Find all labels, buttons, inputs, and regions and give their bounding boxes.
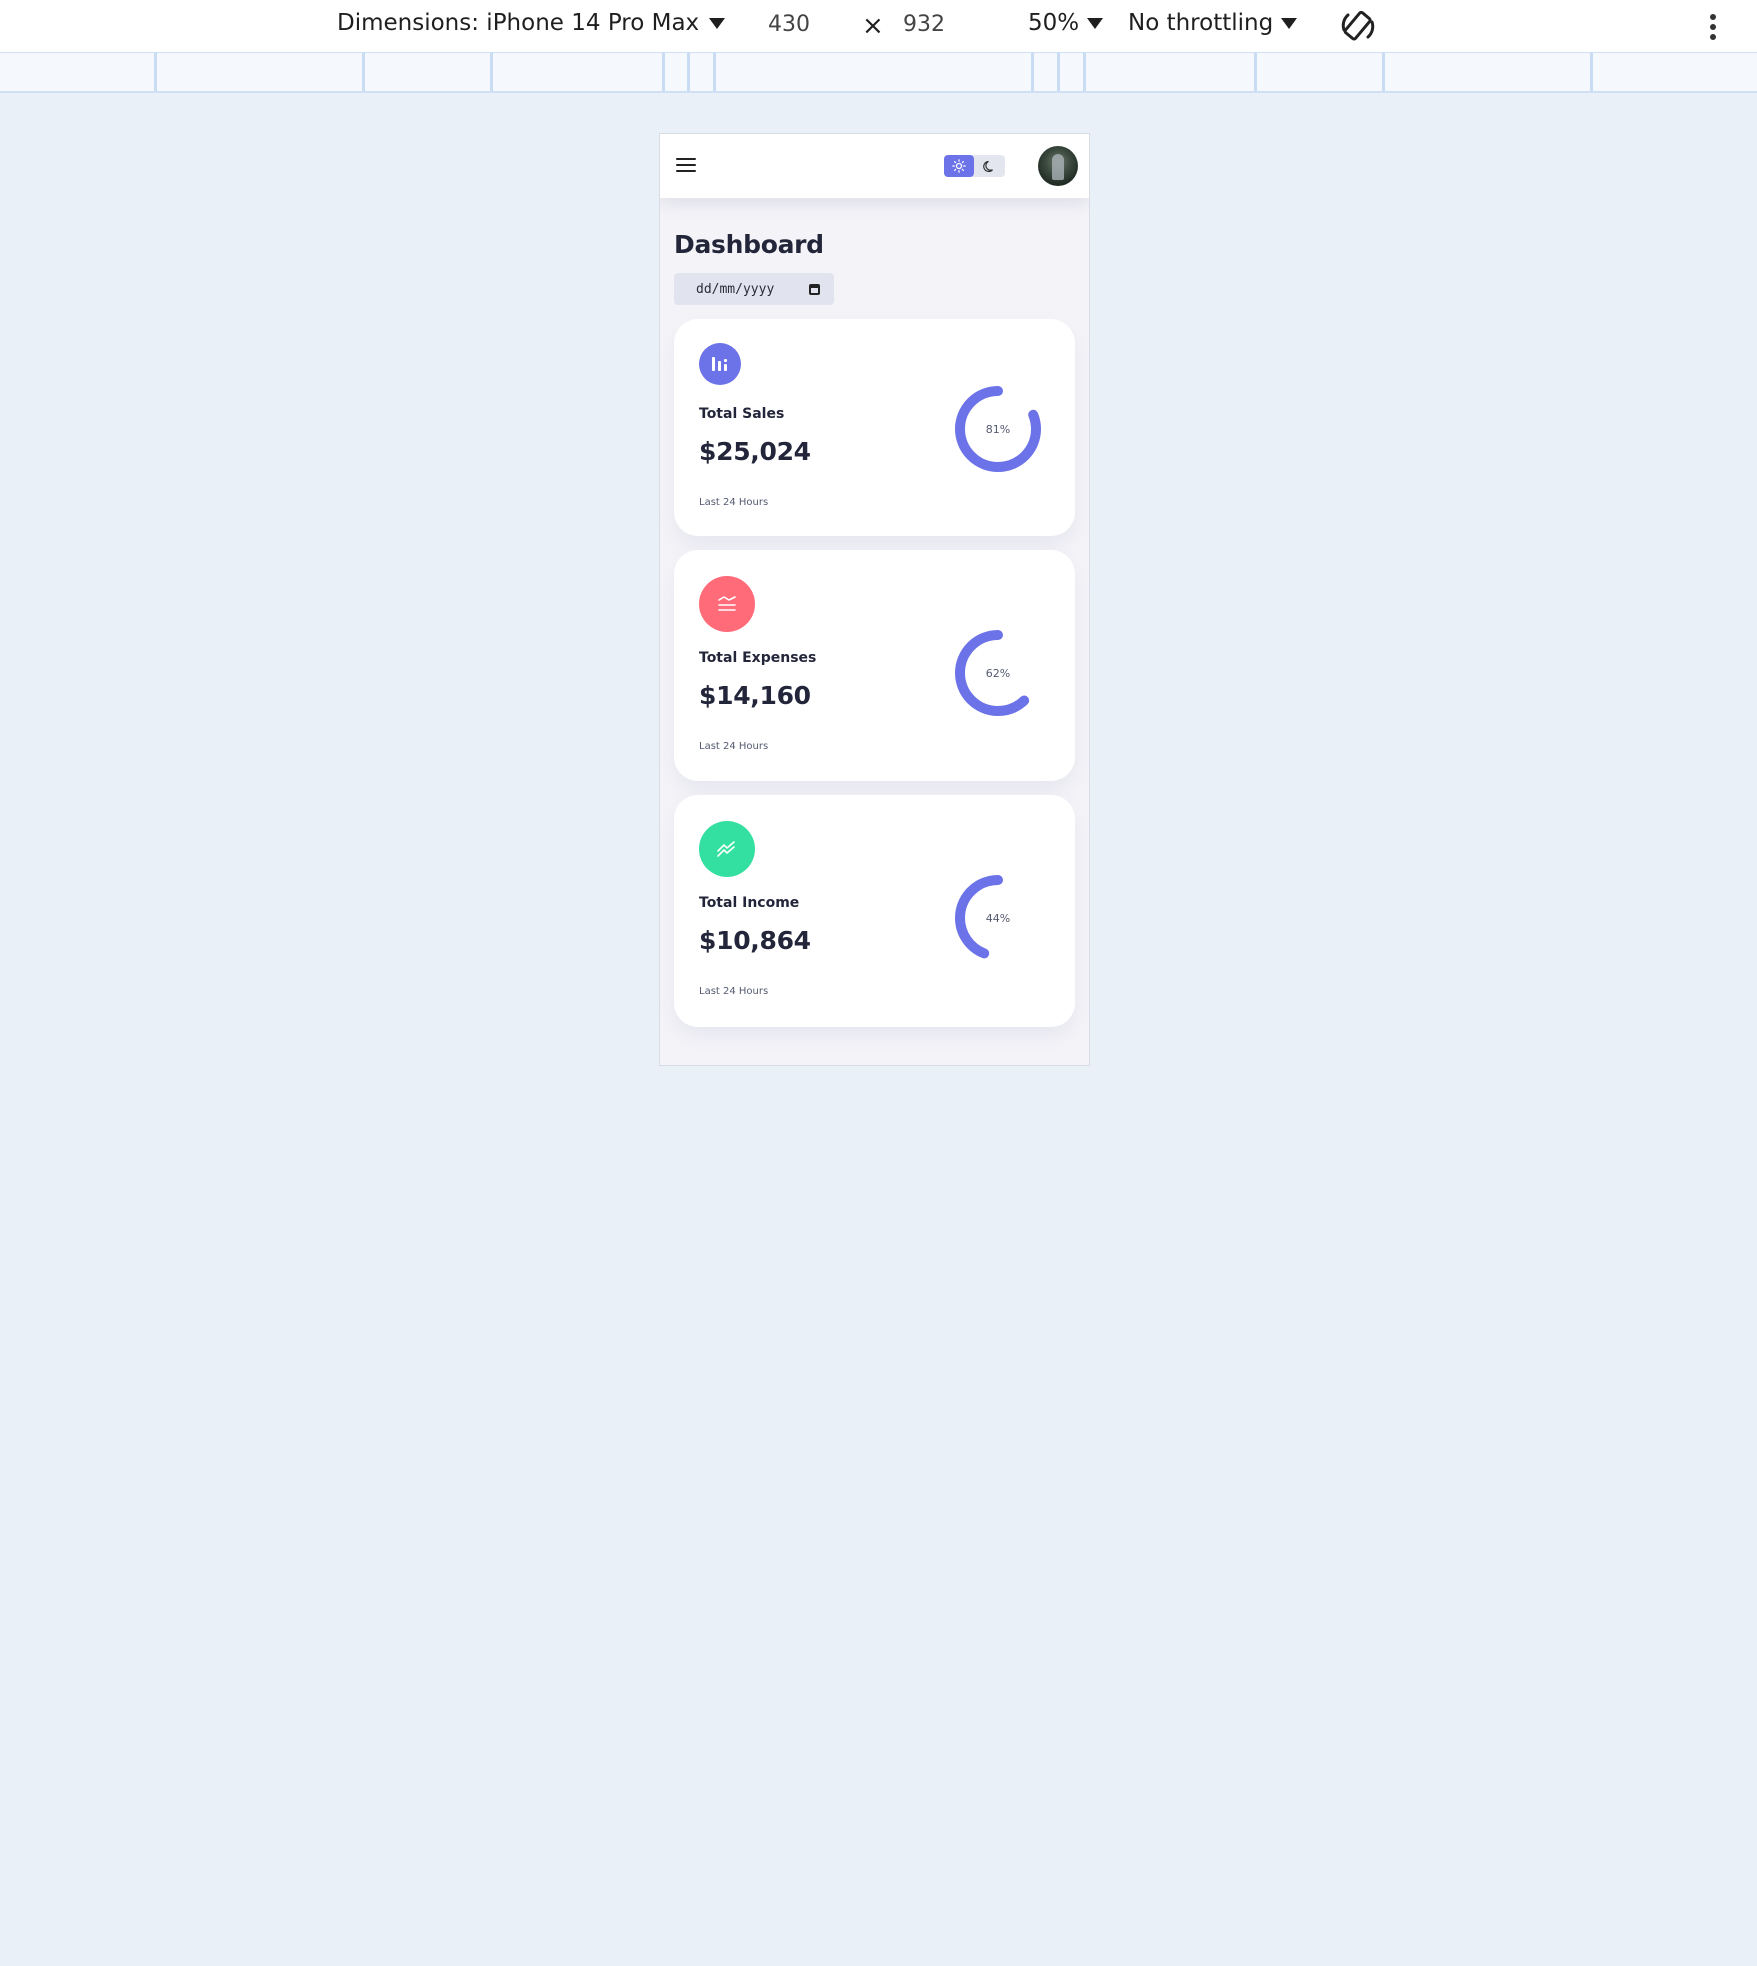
ruler-breakpoint[interactable] <box>1031 53 1034 91</box>
bar-chart-icon <box>699 343 741 385</box>
ruler-breakpoint[interactable] <box>1083 53 1086 91</box>
top-navbar <box>660 134 1089 198</box>
card-label: Total Sales <box>699 406 785 422</box>
rotate-icon[interactable] <box>1338 8 1378 44</box>
device-dimensions-label: Dimensions: iPhone 14 Pro Max <box>337 10 700 36</box>
progress-ring: 44% <box>955 875 1041 961</box>
dimension-separator: × <box>862 11 884 41</box>
chevron-down-icon <box>1087 17 1104 29</box>
card-period: Last 24 Hours <box>699 986 769 997</box>
progress-percent-label: 62% <box>986 667 1010 680</box>
chevron-down-icon <box>709 17 726 29</box>
progress-percent-label: 44% <box>986 912 1010 925</box>
card-label: Total Expenses <box>699 650 817 666</box>
ruler-breakpoint[interactable] <box>490 53 493 91</box>
moon-icon <box>982 160 993 172</box>
ruler-breakpoint[interactable] <box>662 53 665 91</box>
more-options-icon[interactable] <box>1700 12 1726 42</box>
card-amount: $25,024 <box>699 437 811 466</box>
card-period: Last 24 Hours <box>699 497 769 508</box>
lines-icon <box>699 576 755 632</box>
dark-mode-button[interactable] <box>974 155 1004 177</box>
ruler-breakpoint[interactable] <box>1057 53 1060 91</box>
device-dimensions-dropdown[interactable]: Dimensions: iPhone 14 Pro Max <box>337 10 726 36</box>
progress-ring: 81% <box>955 386 1041 472</box>
zoom-label: 50% <box>1028 10 1080 36</box>
chevron-down-icon <box>1281 17 1298 29</box>
date-input[interactable]: dd/mm/yyyy <box>674 273 834 305</box>
devtools-device-toolbar: Dimensions: iPhone 14 Pro Max 430 × 932 … <box>0 0 1757 53</box>
card-period: Last 24 Hours <box>699 741 769 752</box>
page-title: Dashboard <box>674 230 824 259</box>
ruler-breakpoint[interactable] <box>687 53 690 91</box>
ruler-breakpoint[interactable] <box>713 53 716 91</box>
theme-toggle[interactable] <box>944 155 1005 177</box>
ruler-breakpoint[interactable] <box>1254 53 1257 91</box>
ruler-breakpoint[interactable] <box>1590 53 1593 91</box>
calendar-icon[interactable] <box>809 283 820 295</box>
zoom-dropdown[interactable]: 50% <box>1028 10 1104 36</box>
throttling-label: No throttling <box>1128 10 1274 36</box>
progress-percent-label: 81% <box>986 423 1010 436</box>
trending-up-icon <box>699 821 755 877</box>
media-query-ruler <box>0 53 1757 93</box>
light-mode-button[interactable] <box>944 155 974 177</box>
height-input[interactable]: 932 <box>903 12 945 37</box>
sun-icon <box>952 159 966 173</box>
date-input-placeholder: dd/mm/yyyy <box>696 281 775 297</box>
ruler-breakpoint[interactable] <box>1382 53 1385 91</box>
width-input[interactable]: 430 <box>768 12 810 37</box>
card-label: Total Income <box>699 895 800 911</box>
total-expenses-card: Total Expenses $14,160 Last 24 Hours 62% <box>674 550 1075 781</box>
card-amount: $10,864 <box>699 926 811 955</box>
ruler-breakpoint[interactable] <box>154 53 157 91</box>
total-sales-card: Total Sales $25,024 Last 24 Hours 81% <box>674 319 1075 536</box>
ruler-breakpoint[interactable] <box>362 53 365 91</box>
card-amount: $14,160 <box>699 681 811 710</box>
device-viewport: Dashboard dd/mm/yyyy Total Sales $25,024… <box>659 133 1090 1066</box>
progress-ring: 62% <box>955 630 1041 716</box>
total-income-card: Total Income $10,864 Last 24 Hours 44% <box>674 795 1075 1027</box>
avatar[interactable] <box>1038 146 1078 186</box>
menu-icon[interactable] <box>676 158 696 174</box>
throttling-dropdown[interactable]: No throttling <box>1128 10 1298 36</box>
